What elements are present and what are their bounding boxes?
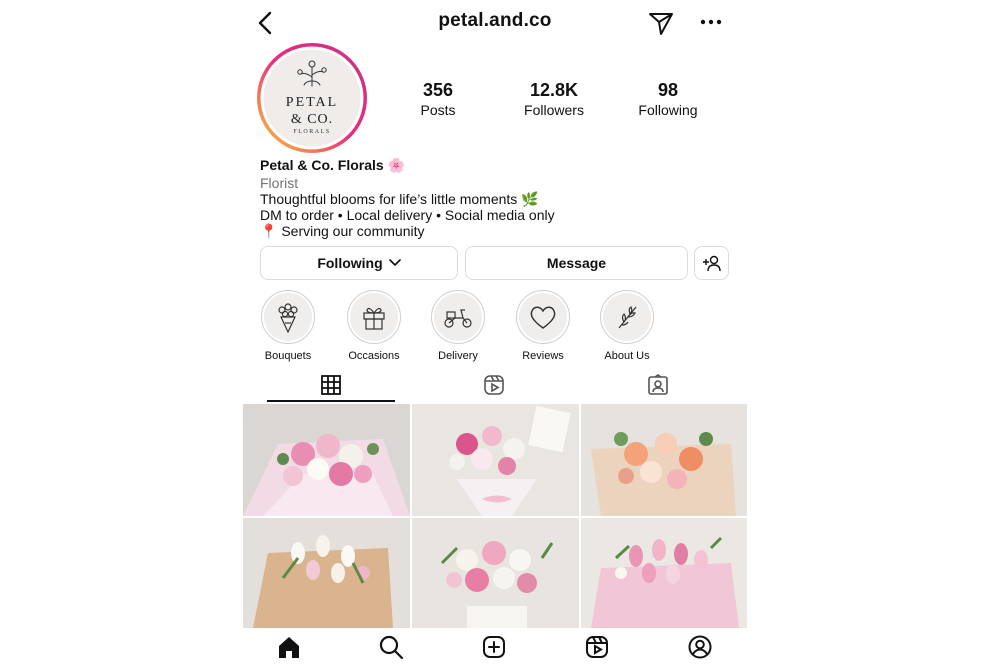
stat-posts-value: 356 — [422, 80, 454, 100]
highlight-about-us[interactable]: About Us — [585, 290, 669, 362]
leaf-icon — [618, 306, 637, 329]
stat-posts[interactable]: 356 Posts — [383, 80, 493, 118]
herb-emoji: 🌿 — [521, 191, 539, 207]
highlight-about-us-circle — [600, 290, 654, 344]
highlight-about-us-inner — [603, 293, 651, 341]
chevron-down-icon — [388, 259, 401, 267]
category-label: Florist — [260, 175, 299, 191]
following-button[interactable]: Following — [260, 246, 458, 280]
post-tile[interactable] — [412, 404, 579, 516]
highlight-delivery-circle — [431, 290, 485, 344]
bouquet-icon — [278, 303, 298, 334]
highlight-reviews-inner — [519, 293, 567, 341]
highlight-delivery-label: Delivery — [438, 350, 478, 362]
scooter-icon — [444, 309, 472, 328]
highlight-about-us-label: About Us — [604, 350, 650, 362]
bio-line-2: DM to order • Local delivery • Social me… — [260, 207, 555, 223]
highlight-occasions-inner — [350, 293, 398, 341]
tagged-icon — [648, 374, 668, 395]
reels-icon — [484, 375, 504, 395]
bio-line-3-text: Serving our community — [281, 223, 425, 239]
pin-emoji: 📍 — [260, 223, 278, 239]
stat-following-value: 98 — [657, 80, 679, 100]
home-icon[interactable] — [274, 632, 304, 662]
stat-followers-label: Followers — [524, 102, 584, 118]
stat-following[interactable]: 98 Following — [613, 80, 723, 118]
bio-line-1-text: Thoughtful blooms for life’s little mome… — [260, 191, 518, 207]
bio-line-3: 📍 Serving our community — [260, 223, 425, 239]
send-icon[interactable] — [646, 8, 676, 38]
highlight-occasions[interactable]: Occasions — [332, 290, 416, 362]
following-button-label: Following — [317, 255, 383, 271]
profile-icon[interactable] — [685, 632, 715, 662]
bio-line-1: Thoughtful blooms for life’s little mome… — [260, 191, 539, 207]
stat-posts-label: Posts — [420, 102, 456, 118]
stat-following-label: Following — [638, 102, 698, 118]
highlight-bouquets-circle — [261, 290, 315, 344]
add-user-button[interactable] — [694, 246, 729, 280]
post-tile[interactable] — [243, 404, 410, 516]
message-button-label: Message — [546, 255, 607, 271]
display-name: Petal & Co. Florals 🌸 — [260, 157, 405, 173]
display-name-text: Petal & Co. Florals — [260, 157, 384, 173]
highlight-reviews[interactable]: Reviews — [501, 290, 585, 362]
logo-text-line-1: PETAL — [285, 95, 339, 110]
blossom-emoji: 🌸 — [387, 157, 406, 173]
post-tile[interactable] — [581, 404, 747, 516]
highlight-bouquets-label: Bouquets — [264, 350, 312, 362]
search-icon[interactable] — [376, 632, 406, 662]
highlight-occasions-circle — [347, 290, 401, 344]
avatar[interactable]: PETAL & CO. FLORALS — [255, 41, 369, 155]
tab-tagged[interactable] — [594, 368, 722, 402]
grid-icon — [321, 375, 341, 395]
highlight-reviews-circle — [516, 290, 570, 344]
active-tab-indicator — [267, 400, 395, 402]
highlight-bouquets[interactable]: Bouquets — [246, 290, 330, 362]
post-tile[interactable] — [243, 518, 410, 628]
highlight-bouquets-inner — [264, 293, 312, 341]
profile-screen: petal.and.co PETAL & CO. FLORALS 356 Pos… — [243, 0, 747, 667]
stat-followers[interactable]: 12.8K Followers — [499, 80, 609, 118]
message-button[interactable]: Message — [465, 246, 688, 280]
stat-followers-value: 12.8K — [529, 80, 579, 100]
add-user-icon — [702, 254, 722, 272]
create-icon[interactable] — [479, 632, 509, 662]
post-tile[interactable] — [581, 518, 747, 628]
highlight-reviews-label: Reviews — [522, 350, 564, 362]
tab-posts-grid[interactable] — [267, 368, 395, 402]
logo-text-line-3: FLORALS — [293, 129, 331, 135]
reels-nav-icon[interactable] — [582, 632, 612, 662]
gift-icon — [363, 307, 385, 330]
more-options-icon[interactable] — [699, 12, 723, 32]
tab-reels[interactable] — [430, 368, 558, 402]
highlight-occasions-label: Occasions — [348, 350, 400, 362]
highlight-delivery[interactable]: Delivery — [416, 290, 500, 362]
heart-icon — [530, 306, 556, 329]
highlight-delivery-inner — [434, 293, 482, 341]
post-tile[interactable] — [412, 518, 579, 628]
logo-text-line-2: & CO. — [290, 112, 334, 127]
